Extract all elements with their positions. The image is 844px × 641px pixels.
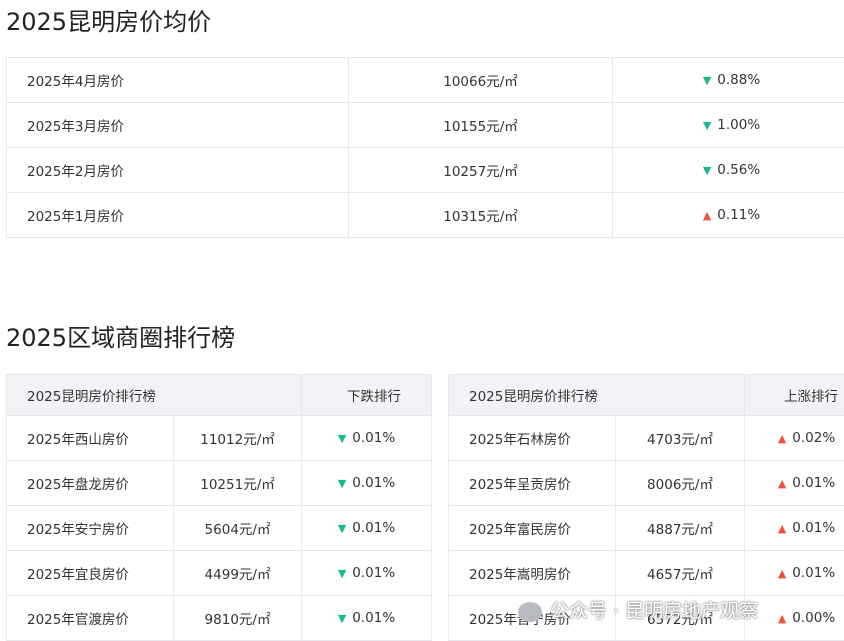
month-label: 2025年4月房价: [6, 57, 349, 103]
triangle-down-icon: ▼: [337, 477, 347, 490]
triangle-up-icon: ▲: [777, 612, 787, 625]
price-cell: 5604元/㎡: [172, 505, 303, 551]
triangle-up-icon: ▲: [777, 432, 787, 445]
table-row: 2025年4月房价 10066元/㎡ ▼ 0.88%: [6, 57, 844, 103]
change-cell: ▼ 0.01%: [301, 505, 433, 551]
price-cell: 9810元/㎡: [172, 595, 303, 641]
change-cell: ▼ 0.01%: [301, 415, 433, 461]
change-cell: ▼ 1.00%: [612, 102, 844, 148]
table-row: 2025年嵩明房价 4657元/㎡ ▲ 0.01%: [448, 550, 844, 596]
ranking-header-type: 下跌排行: [301, 374, 433, 416]
district-name: 2025年宜良房价: [6, 550, 174, 596]
triangle-up-icon: ▲: [777, 567, 787, 580]
change-value: 0.00%: [792, 610, 836, 626]
table-row: 2025年2月房价 10257元/㎡ ▼ 0.56%: [6, 147, 844, 193]
triangle-up-icon: ▲: [777, 477, 787, 490]
price-cell: 4703元/㎡: [614, 415, 746, 461]
ranking-header-type: 上涨排行: [744, 374, 844, 416]
month-label: 2025年3月房价: [6, 102, 349, 148]
change-value: 0.01%: [352, 430, 396, 446]
monthly-section-title: 2025昆明房价均价: [6, 8, 212, 36]
triangle-down-icon: ▼: [702, 164, 712, 177]
table-row: 2025年盘龙房价 10251元/㎡ ▼ 0.01%: [6, 460, 433, 506]
triangle-up-icon: ▲: [702, 209, 712, 222]
district-name: 2025年石林房价: [448, 415, 616, 461]
change-value: 0.88%: [717, 72, 761, 88]
change-value: 0.01%: [352, 565, 396, 581]
table-row: 2025年富民房价 4887元/㎡ ▲ 0.01%: [448, 505, 844, 551]
change-value: 0.11%: [717, 207, 761, 223]
triangle-down-icon: ▼: [337, 612, 347, 625]
triangle-down-icon: ▼: [337, 522, 347, 535]
district-name: 2025年官渡房价: [6, 595, 174, 641]
decline-ranking-table: 2025昆明房价排行榜 下跌排行 2025年西山房价 11012元/㎡ ▼ 0.01%…: [5, 374, 433, 641]
district-name: 2025年安宁房价: [6, 505, 174, 551]
month-label: 2025年1月房价: [6, 192, 349, 238]
wechat-icon: [518, 601, 542, 622]
table-row: 2025年3月房价 10155元/㎡ ▼ 1.00%: [6, 102, 844, 148]
table-row: 2025年西山房价 11012元/㎡ ▼ 0.01%: [6, 415, 433, 461]
change-cell: ▼ 0.01%: [301, 550, 433, 596]
change-value: 0.01%: [792, 475, 836, 491]
change-value: 0.02%: [792, 430, 836, 446]
change-cell: ▲ 0.01%: [744, 460, 844, 506]
district-name: 2025年西山房价: [6, 415, 174, 461]
price-cell: 10315元/㎡: [348, 192, 613, 238]
price-cell: 10257元/㎡: [348, 147, 613, 193]
triangle-up-icon: ▲: [777, 522, 787, 535]
table-row: 2025年安宁房价 5604元/㎡ ▼ 0.01%: [6, 505, 433, 551]
triangle-down-icon: ▼: [337, 432, 347, 445]
table-row: 2025年石林房价 4703元/㎡ ▲ 0.02%: [448, 415, 844, 461]
table-row: 2025年1月房价 10315元/㎡ ▲ 0.11%: [6, 192, 844, 238]
table-header: 2025昆明房价排行榜 下跌排行: [5, 374, 433, 416]
ranking-header-title: 2025昆明房价排行榜: [5, 374, 303, 416]
change-value: 0.56%: [717, 162, 761, 178]
ranking-section-title: 2025区域商圈排行榜: [6, 324, 236, 352]
price-cell: 4657元/㎡: [614, 550, 746, 596]
table-header: 2025昆明房价排行榜 上涨排行: [447, 374, 844, 416]
triangle-down-icon: ▼: [337, 567, 347, 580]
price-cell: 8006元/㎡: [614, 460, 746, 506]
monthly-price-table: 2025年4月房价 10066元/㎡ ▼ 0.88% 2025年3月房价 10155元/㎡…: [6, 57, 844, 238]
change-cell: ▼ 0.01%: [301, 595, 433, 641]
price-cell: 10066元/㎡: [348, 57, 613, 103]
triangle-down-icon: ▼: [702, 119, 712, 132]
district-name: 2025年富民房价: [448, 505, 616, 551]
change-cell: ▼ 0.56%: [612, 147, 844, 193]
change-cell: ▲ 0.00%: [744, 595, 844, 641]
district-name: 2025年盘龙房价: [6, 460, 174, 506]
ranking-header-title: 2025昆明房价排行榜: [447, 374, 746, 416]
watermark: 公众号 · 昆明房地产观察: [518, 596, 758, 623]
change-value: 0.01%: [352, 520, 396, 536]
change-cell: ▼ 0.01%: [301, 460, 433, 506]
change-value: 0.01%: [352, 475, 396, 491]
district-name: 2025年嵩明房价: [448, 550, 616, 596]
price-cell: 4499元/㎡: [172, 550, 303, 596]
triangle-down-icon: ▼: [702, 74, 712, 87]
change-value: 0.01%: [792, 565, 836, 581]
change-value: 0.01%: [792, 520, 836, 536]
district-name: 2025年呈贡房价: [448, 460, 616, 506]
table-row: 2025年官渡房价 9810元/㎡ ▼ 0.01%: [6, 595, 433, 641]
change-cell: ▲ 0.11%: [612, 192, 844, 238]
table-row: 2025年呈贡房价 8006元/㎡ ▲ 0.01%: [448, 460, 844, 506]
month-label: 2025年2月房价: [6, 147, 349, 193]
change-cell: ▲ 0.01%: [744, 505, 844, 551]
change-cell: ▼ 0.88%: [612, 57, 844, 103]
watermark-text: 公众号 · 昆明房地产观察: [550, 600, 759, 622]
price-cell: 10155元/㎡: [348, 102, 613, 148]
change-cell: ▲ 0.01%: [744, 550, 844, 596]
price-cell: 4887元/㎡: [614, 505, 746, 551]
price-cell: 10251元/㎡: [172, 460, 303, 506]
change-value: 1.00%: [717, 117, 761, 133]
table-row: 2025年宜良房价 4499元/㎡ ▼ 0.01%: [6, 550, 433, 596]
price-cell: 11012元/㎡: [172, 415, 303, 461]
change-cell: ▲ 0.02%: [744, 415, 844, 461]
change-value: 0.01%: [352, 610, 396, 626]
